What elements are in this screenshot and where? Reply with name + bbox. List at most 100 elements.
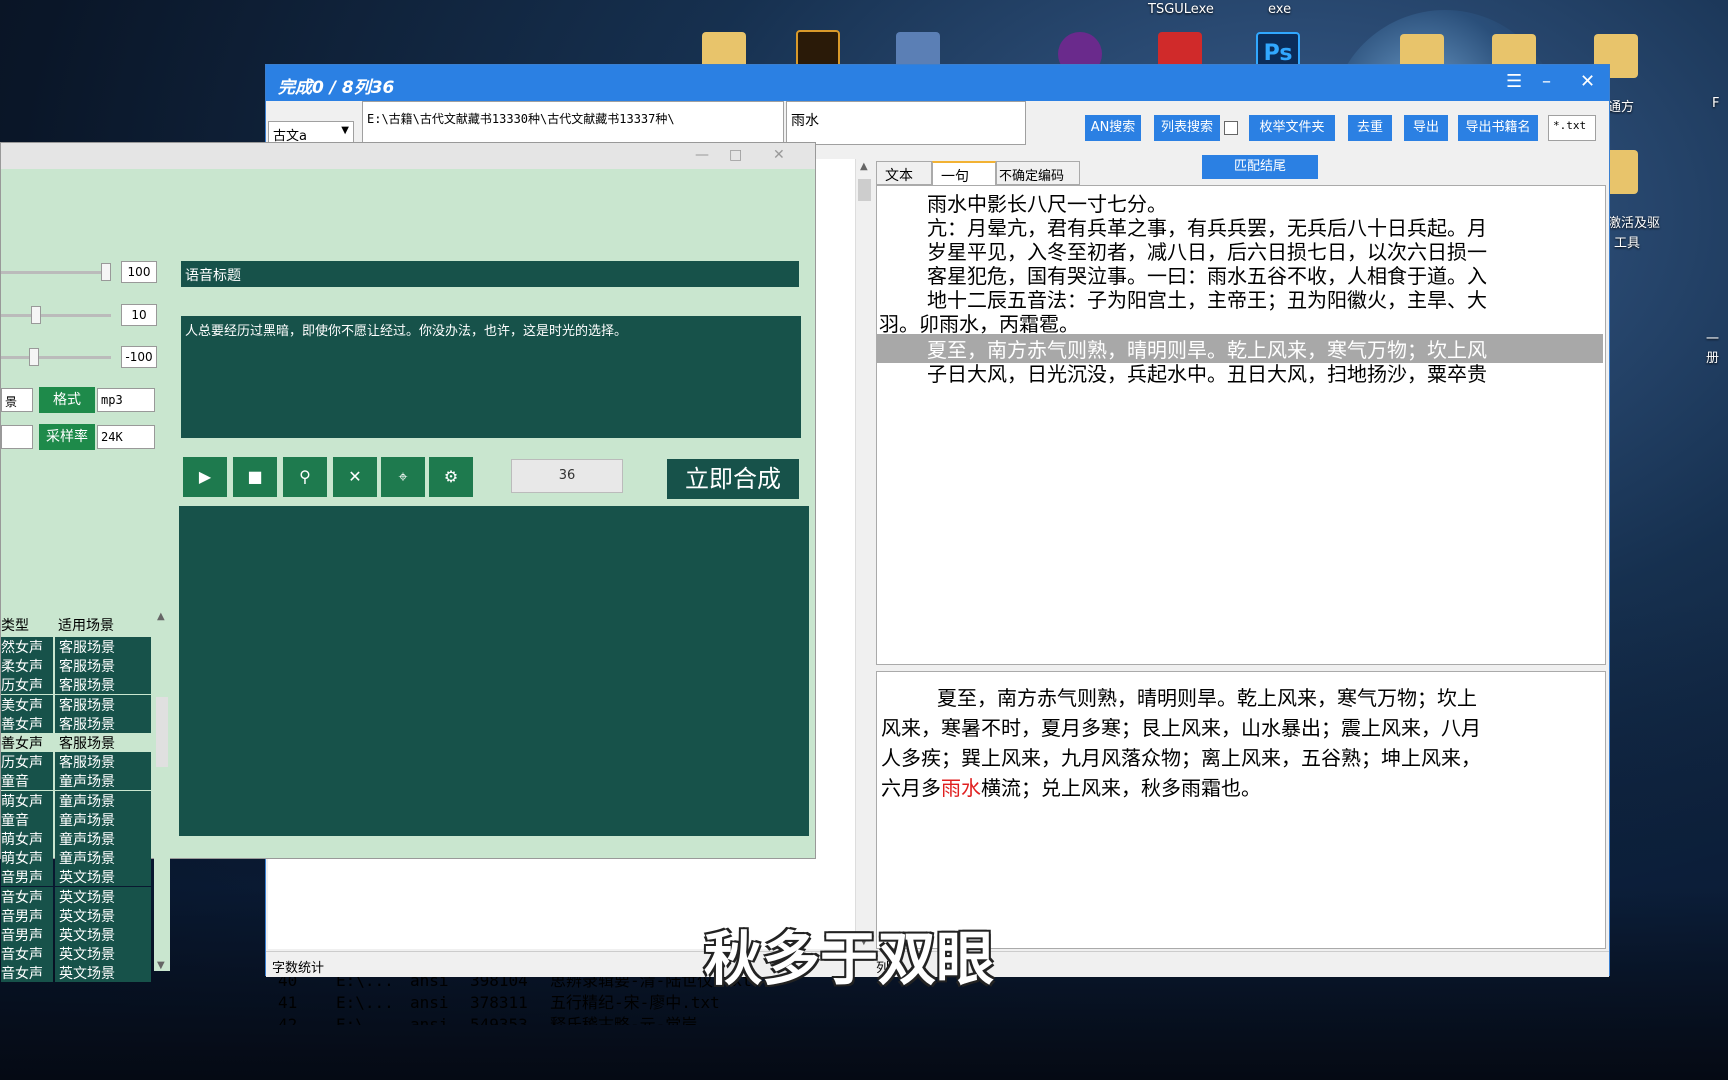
table-row[interactable]: 42 E:\... ansi 549353 释氏稽古略-元-觉岸	[278, 1011, 697, 1025]
list-item[interactable]: 音男声 英文场景	[1, 925, 153, 944]
list-item[interactable]: 童音 童声场景	[1, 771, 153, 791]
list-scrollbar[interactable]: ▲ ▼	[855, 159, 873, 949]
search-highlight: 雨水	[941, 776, 981, 800]
speed-slider-thumb[interactable]	[101, 263, 111, 281]
maximize-icon[interactable]: □	[729, 147, 742, 163]
row-encoding: ansi	[410, 1015, 449, 1025]
video-subtitle: 秋多于双眼	[704, 925, 995, 993]
format-combo[interactable]: mp3	[97, 388, 155, 412]
close-icon[interactable]: ✕	[1580, 71, 1595, 92]
chevron-down-icon: ▼	[341, 125, 349, 136]
tts-window: — □ ✕ 100 10 -100 景 格式 mp3 采样率 24K 语音标题 …	[0, 142, 816, 983]
location-pin-icon[interactable]: ⌖	[381, 457, 425, 497]
minimize-icon[interactable]: —	[695, 147, 709, 163]
voice-scene-cell: 童声场景	[55, 848, 151, 868]
row-size: 549353	[470, 1015, 528, 1025]
detail-line: 人多疾；巽上风来，九月风落众物；离上风来，五谷熟；坤上风来，	[881, 742, 1481, 771]
voice-type-cell: 萌女声	[1, 790, 53, 810]
export-titles-button[interactable]: 导出书籍名	[1458, 115, 1538, 141]
scroll-down-icon[interactable]: ▼	[157, 960, 165, 971]
sentence-detail-view[interactable]: 夏至，南方赤气则熟，晴明则旱。乾上风来，寒气万物；坎上 风来，寒暑不时，夏月多寒…	[876, 671, 1606, 949]
voice-scene-cell: 客服场景	[55, 713, 151, 733]
clear-icon[interactable]: ✕	[333, 457, 377, 497]
path-input[interactable]: E:\古籍\古代文献藏书13330种\古代文献藏书13337种\	[362, 101, 784, 145]
scroll-thumb[interactable]	[858, 179, 871, 201]
list-item[interactable]: 善女声 客服场景	[1, 733, 153, 752]
list-item[interactable]: 萌女声 童声场景	[1, 829, 153, 848]
list-item[interactable]: 音男声 英文场景	[1, 867, 153, 887]
list-item[interactable]: 善女声 客服场景	[1, 713, 153, 733]
volume-slider-thumb[interactable]	[31, 306, 41, 324]
tts-text-input[interactable]: 人总要经历过黑暗，即使你不愿让经过。你没办法，也许，这是时光的选择。	[181, 316, 801, 438]
row-path: E:\...	[336, 1015, 394, 1025]
list-item[interactable]: 美女声 客服场景	[1, 694, 153, 714]
voice-scene-cell: 英文场景	[55, 867, 151, 887]
desktop-label: F	[1712, 96, 1720, 111]
pitch-value[interactable]: -100	[121, 346, 157, 368]
full-text-view[interactable]: 雨水中影长八尺一寸七分。 亢：月晕亢，君有兵革之事，有兵兵罢，无兵后八十日兵起。…	[876, 185, 1606, 665]
list-item[interactable]: 然女声 客服场景	[1, 637, 153, 656]
volume-value[interactable]: 10	[121, 304, 157, 326]
close-icon[interactable]: ✕	[773, 147, 785, 163]
window-title: 完成0 / 8列36	[278, 78, 395, 98]
list-item[interactable]: 音女声 英文场景	[1, 963, 153, 983]
voice-type-cell: 音女声	[1, 944, 53, 964]
list-item[interactable]: 历女声 客服场景	[1, 675, 153, 695]
tab-uncertain-encoding[interactable]: 不确定编码	[996, 161, 1080, 185]
scroll-thumb[interactable]	[156, 697, 168, 767]
pitch-slider-thumb[interactable]	[29, 348, 39, 366]
export-button[interactable]: 导出	[1404, 115, 1448, 141]
synthesize-button[interactable]: 立即合成	[667, 459, 799, 499]
list-item[interactable]: 音男声 英文场景	[1, 905, 153, 925]
detail-text: 六月多	[881, 776, 941, 800]
detail-line: 夏至，南方赤气则熟，晴明则旱。乾上风来，寒气万物；坎上	[937, 682, 1477, 711]
detail-text: 横流；兑上风来，秋多雨霜也。	[981, 776, 1261, 800]
list-search-checkbox[interactable]	[1224, 121, 1238, 135]
voice-list-scrollbar[interactable]: ▲ ▼	[154, 611, 170, 971]
extension-filter[interactable]: *.txt	[1548, 115, 1596, 141]
minimize-icon[interactable]: –	[1542, 71, 1551, 92]
an-search-button[interactable]: AN搜索	[1085, 115, 1141, 141]
voice-type-combo[interactable]	[1, 425, 33, 449]
audio-title-input[interactable]: 语音标题	[181, 261, 799, 287]
list-item[interactable]: 音女声 英文场景	[1, 886, 153, 906]
search-input[interactable]: 雨水	[786, 101, 1026, 145]
tab-text[interactable]: 文本	[876, 161, 932, 185]
audio-output-area[interactable]	[179, 506, 809, 836]
speed-slider-track[interactable]	[1, 271, 111, 274]
tab-sentence[interactable]: 一句	[932, 161, 996, 185]
format-combo-value: mp3	[101, 393, 123, 407]
list-search-button[interactable]: 列表搜索	[1154, 115, 1220, 141]
scene-combo[interactable]: 景	[1, 388, 33, 412]
search-icon[interactable]: ⚲	[283, 457, 327, 497]
list-item[interactable]: 萌女声 童声场景	[1, 848, 153, 868]
gear-icon[interactable]: ⚙	[429, 457, 473, 497]
stop-icon[interactable]: ■	[233, 457, 277, 497]
scroll-up-icon[interactable]: ▲	[860, 161, 868, 172]
row-index: 42	[278, 1015, 298, 1025]
detail-line: 风来，寒暑不时，夏月多寒；艮上风来，山水暴出；震上风来，八月	[881, 712, 1481, 741]
detail-text: 风来，寒暑不时，夏月多寒；艮上风来，山水暴出；震上风来，八月	[881, 716, 1481, 740]
row-filename: 五行精纪-宋-廖中.txt	[550, 993, 720, 1012]
table-row[interactable]: 41 E:\... ansi 378311 五行精纪-宋-廖中.txt	[278, 989, 720, 1013]
voice-type-cell: 历女声	[1, 752, 53, 772]
voice-table-header: 类型 适用场景	[1, 610, 153, 636]
count-display[interactable]: 36	[511, 459, 623, 493]
sample-rate-combo[interactable]: 24K	[97, 425, 155, 449]
enum-folder-button[interactable]: 枚举文件夹	[1249, 115, 1335, 141]
list-item[interactable]: 童音 童声场景	[1, 809, 153, 829]
list-item[interactable]: 柔女声 客服场景	[1, 656, 153, 676]
tts-titlebar: — □ ✕	[1, 143, 815, 169]
dedupe-button[interactable]: 去重	[1348, 115, 1392, 141]
volume-slider-track[interactable]	[1, 314, 111, 317]
match-end-button[interactable]: 匹配结尾	[1202, 155, 1318, 179]
scroll-up-icon[interactable]: ▲	[157, 611, 165, 622]
list-item[interactable]: 历女声 客服场景	[1, 752, 153, 772]
pitch-slider-track[interactable]	[1, 356, 111, 359]
list-item[interactable]: 音女声 英文场景	[1, 944, 153, 964]
menu-icon[interactable]: ☰	[1506, 71, 1522, 92]
list-item[interactable]: 萌女声 童声场景	[1, 790, 153, 810]
play-icon[interactable]: ▶	[183, 457, 227, 497]
voice-scene-cell: 客服场景	[55, 733, 151, 752]
speed-value[interactable]: 100	[121, 261, 157, 283]
